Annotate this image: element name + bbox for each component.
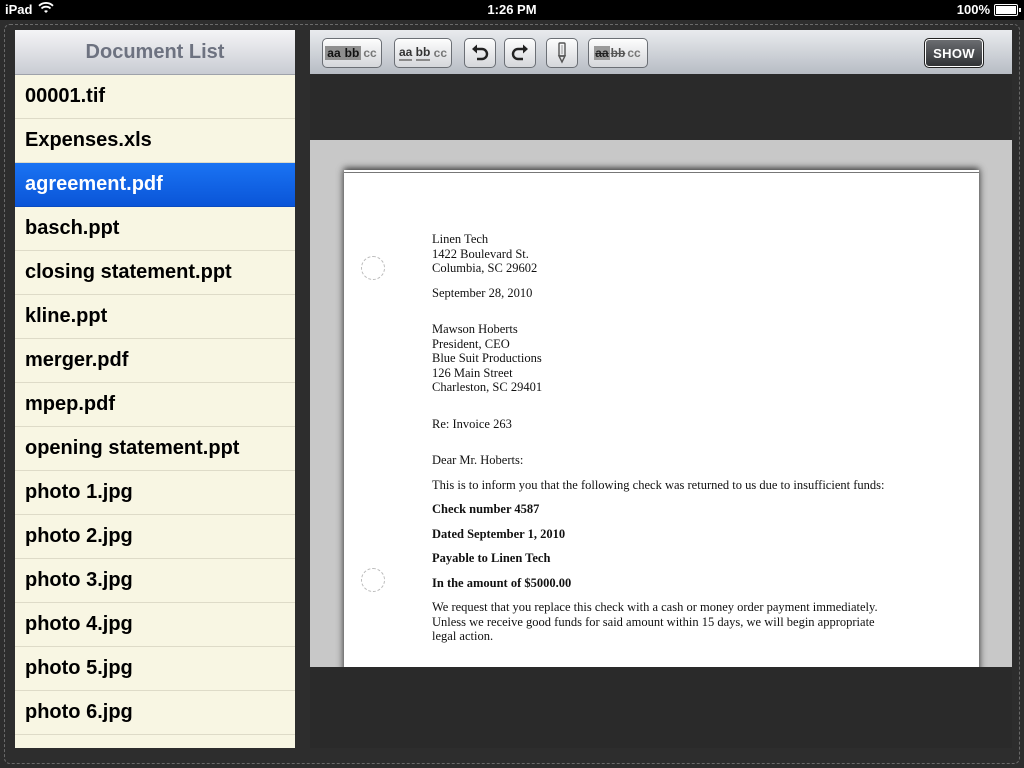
- strike-sample-b: bb: [610, 46, 626, 60]
- status-bar: iPad 1:26 PM 100%: [0, 0, 1024, 20]
- highlight-sample-c: cc: [363, 46, 377, 60]
- document-list-item[interactable]: photo 1.jpg: [15, 471, 295, 515]
- highlight-tool-button[interactable]: aa bb cc: [322, 38, 382, 68]
- document-canvas[interactable]: Linen Tech 1422 Boulevard St. Columbia, …: [310, 140, 1012, 667]
- punch-hole-mark: [361, 568, 385, 592]
- request-line-3: legal action.: [432, 629, 494, 643]
- document-list-item[interactable]: mpep.pdf: [15, 383, 295, 427]
- highlight-sample-a: aa: [325, 46, 343, 60]
- recipient-title: President, CEO: [432, 336, 510, 351]
- status-right: 100%: [956, 2, 1021, 17]
- highlight-sample-b: bb: [342, 46, 362, 60]
- undo-button[interactable]: [464, 38, 496, 68]
- underline-tool-button[interactable]: aa bb cc: [394, 38, 452, 68]
- document-list-item[interactable]: agreement.pdf: [15, 163, 295, 207]
- pen-tool-button[interactable]: [546, 38, 578, 68]
- request-line-2: Unless we receive good funds for said am…: [432, 614, 875, 629]
- request-line-1: We request that you replace this check w…: [432, 600, 878, 614]
- check-payee: Payable to Linen Tech: [432, 551, 551, 565]
- document-list-item[interactable]: merger.pdf: [15, 339, 295, 383]
- redo-button[interactable]: [504, 38, 536, 68]
- document-list-item[interactable]: opening statement.ppt: [15, 427, 295, 471]
- sender-city: Columbia, SC 29602: [432, 261, 538, 275]
- recipient-name: Mawson Hoberts: [432, 322, 518, 336]
- strike-sample-a: aa: [594, 46, 610, 60]
- check-number: Check number 4587: [432, 502, 540, 516]
- document-list-item[interactable]: photo 3.jpg: [15, 559, 295, 603]
- pen-icon: [557, 42, 567, 64]
- letter-salutation: Dear Mr. Hoberts:: [432, 453, 524, 467]
- letter-date: September 28, 2010: [432, 285, 533, 300]
- strikethrough-tool-button[interactable]: aa bb cc: [588, 38, 648, 68]
- document-page: Linen Tech 1422 Boulevard St. Columbia, …: [344, 170, 979, 667]
- document-viewer: aa bb cc aa bb cc aa bb cc SHOW Linen Tech 1…: [310, 30, 1012, 748]
- page-edge-line: [344, 172, 979, 173]
- underline-sample-a: aa: [398, 45, 413, 61]
- strike-sample-c: cc: [627, 46, 641, 60]
- letter-body: Linen Tech 1422 Boulevard St. Columbia, …: [432, 232, 952, 644]
- document-list-item[interactable]: photo 4.jpg: [15, 603, 295, 647]
- battery-percent: 100%: [956, 2, 990, 17]
- document-list-item[interactable]: Expenses.xls: [15, 119, 295, 163]
- battery-icon: [994, 3, 1021, 16]
- letter-subject: Re: Invoice 263: [432, 416, 512, 431]
- document-list-panel: Document List 00001.tif Expenses.xls agree…: [15, 30, 295, 748]
- document-list-item[interactable]: photo 6.jpg: [15, 691, 295, 735]
- punch-hole-mark: [361, 256, 385, 280]
- undo-icon: [472, 44, 489, 61]
- recipient-street: 126 Main Street: [432, 365, 513, 380]
- redo-icon: [511, 44, 528, 61]
- document-list-item[interactable]: basch.ppt: [15, 207, 295, 251]
- check-amount: In the amount of $5000.00: [432, 575, 572, 590]
- sender-street: 1422 Boulevard St.: [432, 246, 529, 261]
- document-list: 00001.tif Expenses.xls agreement.pdf basch.…: [15, 75, 295, 735]
- document-list-item[interactable]: closing statement.ppt: [15, 251, 295, 295]
- document-list-item[interactable]: photo 5.jpg: [15, 647, 295, 691]
- annotation-toolbar: aa bb cc aa bb cc aa bb cc SHOW: [310, 30, 1012, 75]
- underline-sample-c: cc: [433, 46, 448, 60]
- document-list-item[interactable]: kline.ppt: [15, 295, 295, 339]
- viewer-bottom-background: [310, 667, 1012, 748]
- sender-name: Linen Tech: [432, 232, 489, 246]
- clock: 1:26 PM: [487, 2, 537, 17]
- letter-intro: This is to inform you that the following…: [432, 477, 885, 492]
- check-date: Dated September 1, 2010: [432, 526, 566, 541]
- document-list-title: Document List: [15, 30, 295, 75]
- viewer-top-background: [310, 74, 1012, 140]
- document-list-item[interactable]: photo 2.jpg: [15, 515, 295, 559]
- recipient-city: Charleston, SC 29401: [432, 380, 543, 394]
- show-button[interactable]: SHOW: [924, 38, 984, 68]
- recipient-company: Blue Suit Productions: [432, 351, 542, 365]
- underline-sample-b: bb: [415, 45, 431, 61]
- document-list-item[interactable]: 00001.tif: [15, 75, 295, 119]
